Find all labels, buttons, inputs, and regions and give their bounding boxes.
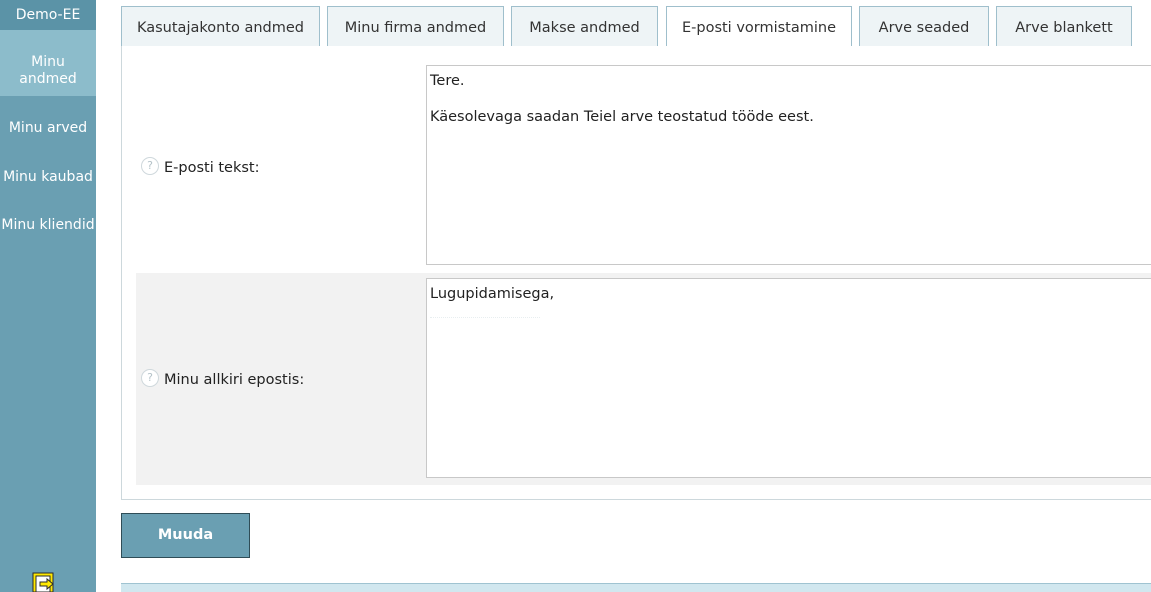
sidebar: Demo-EE Minu andmed Minu arved Minu kaub… bbox=[0, 0, 96, 592]
sidebar-item-label: Minu kaubad bbox=[3, 169, 93, 185]
signature-faint-text bbox=[430, 312, 540, 318]
email-settings-panel: ? E-posti tekst: Tere. Käesolevaga saada… bbox=[121, 46, 1151, 500]
sidebar-item-minu-andmed[interactable]: Minu andmed bbox=[0, 30, 96, 96]
tab-makse-andmed[interactable]: Makse andmed bbox=[511, 6, 658, 47]
sidebar-item-minu-kaubad[interactable]: Minu kaubad bbox=[0, 169, 96, 185]
sidebar-item-minu-kliendid[interactable]: Minu kliendid bbox=[0, 217, 96, 233]
signature-label: Minu allkiri epostis: bbox=[164, 372, 305, 388]
email-text-line: Käesolevaga saadan Teiel arve teostatud … bbox=[430, 109, 814, 125]
tab-arve-blankett[interactable]: Arve blankett bbox=[996, 6, 1132, 47]
sidebar-item-minu-arved[interactable]: Minu arved bbox=[0, 120, 96, 136]
signature-field[interactable]: Lugupidamisega, bbox=[426, 278, 1151, 478]
brand-link[interactable]: Demo-EE bbox=[0, 0, 96, 30]
sidebar-item-label: Minu arved bbox=[8, 120, 88, 136]
tab-arve-seaded[interactable]: Arve seaded bbox=[859, 6, 989, 47]
email-text-row: ? E-posti tekst: Tere. Käesolevaga saada… bbox=[136, 46, 1151, 273]
tab-kasutajakonto-andmed[interactable]: Kasutajakonto andmed bbox=[121, 6, 320, 47]
footer-bar bbox=[121, 583, 1151, 592]
question-icon[interactable]: ? bbox=[141, 157, 159, 175]
tab-minu-firma-andmed[interactable]: Minu firma andmed bbox=[327, 6, 504, 47]
email-text-label: E-posti tekst: bbox=[164, 160, 260, 176]
tab-e-posti-vormistamine[interactable]: E-posti vormistamine bbox=[666, 6, 852, 48]
email-text-field[interactable]: Tere. Käesolevaga saadan Teiel arve teos… bbox=[426, 65, 1151, 265]
signature-line: Lugupidamisega, bbox=[430, 286, 555, 302]
muuda-button[interactable]: Muuda bbox=[121, 513, 250, 558]
question-icon[interactable]: ? bbox=[141, 369, 159, 387]
signature-row: ? Minu allkiri epostis: Lugupidamisega, bbox=[136, 273, 1151, 485]
email-text-blank-line bbox=[430, 90, 1151, 108]
email-text-line: Tere. bbox=[430, 73, 465, 89]
exit-icon[interactable] bbox=[31, 571, 59, 592]
sidebar-item-label: Minu andmed bbox=[19, 54, 77, 87]
sidebar-item-label: Minu kliendid bbox=[1, 217, 95, 233]
